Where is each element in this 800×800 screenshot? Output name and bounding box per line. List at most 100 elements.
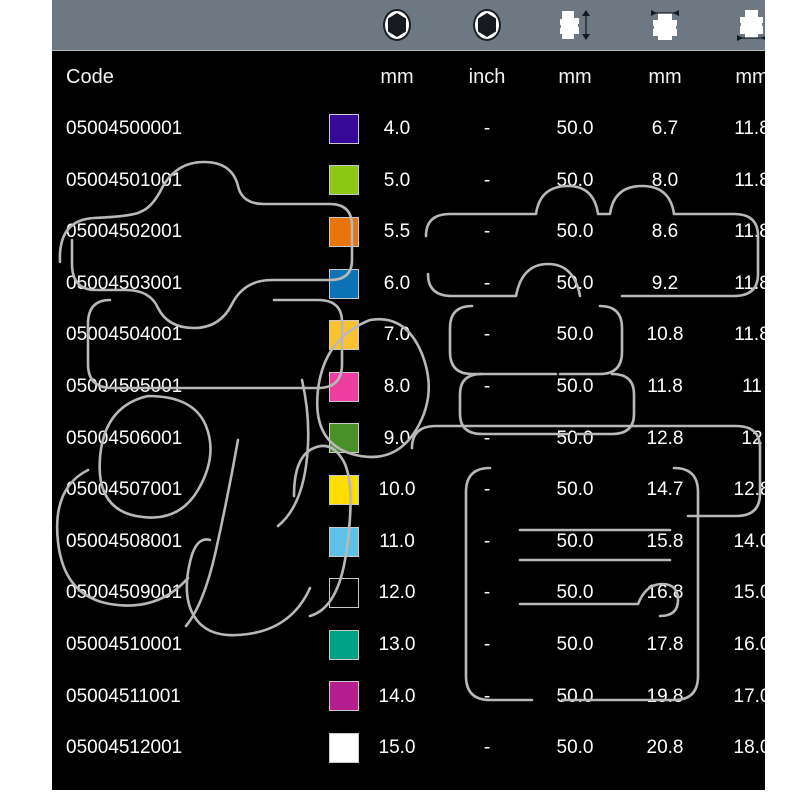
cell-length-mm: 50.0 <box>556 324 594 346</box>
table-row[interactable]: 05004503001 6.0 - 50.0 9.2 11.8 <box>52 258 765 310</box>
cell-size-inch: - <box>483 427 491 449</box>
cell-size-mm: 10.0 <box>378 479 416 501</box>
column-icon-hex-socket-mm <box>352 0 442 50</box>
table-row[interactable]: 05004511001 14.0 - 50.0 19.8 17.0 <box>52 671 765 723</box>
table-row[interactable]: 05004502001 5.5 - 50.0 8.6 11.8 <box>52 206 765 258</box>
cell-length-mm: 50.0 <box>556 737 594 759</box>
cell-length-mm: 50.0 <box>556 530 594 552</box>
cell-product-code: 05004506001 <box>66 427 183 449</box>
cell-size-inch: - <box>483 118 491 139</box>
cell-top-diameter-mm: 14.7 <box>646 479 684 501</box>
cell-length-mm: 50.0 <box>556 427 594 449</box>
hex-socket-icon <box>473 9 501 41</box>
cell-bottom-diameter-mm: 11.8 <box>734 324 765 346</box>
column-header-unit-mm-1: mm <box>380 66 414 88</box>
cell-size-mm: 12.0 <box>378 582 416 604</box>
cell-top-diameter-mm: 20.8 <box>646 737 684 759</box>
page-root: Code mm inch mm mm mm 05004500001 4.0 - 50.… <box>0 0 800 800</box>
hex-socket-icon <box>383 9 411 41</box>
cell-size-mm: 5.5 <box>383 221 411 243</box>
cell-top-diameter-mm: 11.8 <box>647 375 683 397</box>
cell-top-diameter-mm: 9.2 <box>651 272 679 294</box>
socket-top-diameter-icon <box>651 10 679 40</box>
cell-size-inch: - <box>483 272 491 294</box>
socket-length-icon <box>560 10 590 40</box>
table-row[interactable]: 05004507001 10.0 - 50.0 14.7 12.8 <box>52 464 765 516</box>
cell-bottom-diameter-mm: 11.8 <box>734 221 765 243</box>
cell-size-mm: 5.0 <box>383 169 411 191</box>
cell-length-mm: 50.0 <box>556 272 594 294</box>
cell-product-code: 05004500001 <box>66 118 183 139</box>
column-icon-socket-bottom-diameter <box>707 0 765 50</box>
cell-product-code: 05004512001 <box>66 737 183 759</box>
table-row[interactable]: 05004508001 11.0 - 50.0 15.8 14.0 <box>52 516 765 568</box>
column-header-unit-mm-3: mm <box>648 66 682 88</box>
cell-size-inch: - <box>483 530 491 552</box>
cell-length-mm: 50.0 <box>556 375 594 397</box>
table-row[interactable]: 05004505001 8.0 - 50.0 11.8 11 <box>52 361 765 413</box>
cell-length-mm: 50.0 <box>556 479 594 501</box>
cell-bottom-diameter-mm: 11 <box>742 375 762 397</box>
cell-top-diameter-mm: 19.8 <box>646 685 684 707</box>
cell-size-mm: 15.0 <box>378 737 416 759</box>
cell-length-mm: 50.0 <box>556 169 594 191</box>
column-header-code: Code <box>66 66 114 88</box>
cell-size-mm: 14.0 <box>378 685 416 707</box>
cell-product-code: 05004505001 <box>66 375 183 397</box>
cell-length-mm: 50.0 <box>556 221 594 243</box>
cell-product-code: 05004504001 <box>66 324 183 346</box>
cell-size-mm: 9.0 <box>383 427 411 449</box>
cell-top-diameter-mm: 15.8 <box>646 530 684 552</box>
cell-size-inch: - <box>483 737 491 759</box>
cell-size-mm: 6.0 <box>383 272 411 294</box>
cell-length-mm: 50.0 <box>556 685 594 707</box>
cell-product-code: 05004510001 <box>66 633 183 655</box>
cell-bottom-diameter-mm: 11.8 <box>734 118 765 139</box>
cell-product-code: 05004502001 <box>66 221 183 243</box>
cell-length-mm: 50.0 <box>556 118 594 139</box>
column-icon-hex-socket-inch <box>442 0 532 50</box>
cell-size-inch: - <box>483 169 491 191</box>
cell-bottom-diameter-mm: 12.8 <box>733 479 766 501</box>
cell-size-mm: 13.0 <box>378 633 416 655</box>
table-unit-header-row: Code mm inch mm mm mm <box>52 51 765 103</box>
cell-size-inch: - <box>483 324 491 346</box>
table-icon-header <box>52 0 765 51</box>
cell-size-inch: - <box>483 479 491 501</box>
cell-product-code: 05004509001 <box>66 582 183 604</box>
cell-top-diameter-mm: 8.6 <box>651 221 679 243</box>
table-body: 05004500001 4.0 - 50.0 6.7 11.8 05004501001 5.0… <box>52 103 765 774</box>
cell-bottom-diameter-mm: 12 <box>741 427 763 449</box>
cell-top-diameter-mm: 12.8 <box>646 427 684 449</box>
cell-length-mm: 50.0 <box>556 633 594 655</box>
cell-product-code: 05004511001 <box>66 685 181 707</box>
cell-bottom-diameter-mm: 16.0 <box>733 633 766 655</box>
table-row[interactable]: 05004506001 9.0 - 50.0 12.8 12 <box>52 413 765 465</box>
cell-size-inch: - <box>483 633 491 655</box>
column-header-unit-mm-2: mm <box>558 66 592 88</box>
table-row[interactable]: 05004500001 4.0 - 50.0 6.7 11.8 <box>52 103 765 155</box>
table-row[interactable]: 05004509001 12.0 - 50.0 16.8 15.0 <box>52 567 765 619</box>
cell-bottom-diameter-mm: 17.0 <box>733 685 766 707</box>
cell-bottom-diameter-mm: 15.0 <box>733 582 766 604</box>
cell-size-mm: 7.0 <box>383 324 411 346</box>
product-specification-table: Code mm inch mm mm mm 05004500001 4.0 - 50.… <box>52 0 765 790</box>
table-row[interactable]: 05004510001 13.0 - 50.0 17.8 16.0 <box>52 619 765 671</box>
cell-bottom-diameter-mm: 11.8 <box>734 169 765 191</box>
cell-size-inch: - <box>483 685 491 707</box>
cell-bottom-diameter-mm: 14.0 <box>733 530 766 552</box>
cell-size-inch: - <box>483 375 491 397</box>
cell-size-inch: - <box>483 582 491 604</box>
table-row[interactable]: 05004512001 15.0 - 50.0 20.8 18.0 <box>52 722 765 774</box>
cell-product-code: 05004507001 <box>66 479 183 501</box>
table-row[interactable]: 05004501001 5.0 - 50.0 8.0 11.8 <box>52 155 765 207</box>
cell-product-code: 05004508001 <box>66 530 183 552</box>
cell-size-mm: 11.0 <box>379 530 415 552</box>
cell-product-code: 05004503001 <box>66 272 183 294</box>
cell-size-mm: 4.0 <box>383 118 411 139</box>
table-row[interactable]: 05004504001 7.0 - 50.0 10.8 11.8 <box>52 309 765 361</box>
cell-bottom-diameter-mm: 11.8 <box>734 272 765 294</box>
cell-top-diameter-mm: 17.8 <box>646 633 684 655</box>
cell-top-diameter-mm: 8.0 <box>651 169 679 191</box>
cell-top-diameter-mm: 16.8 <box>646 582 684 604</box>
